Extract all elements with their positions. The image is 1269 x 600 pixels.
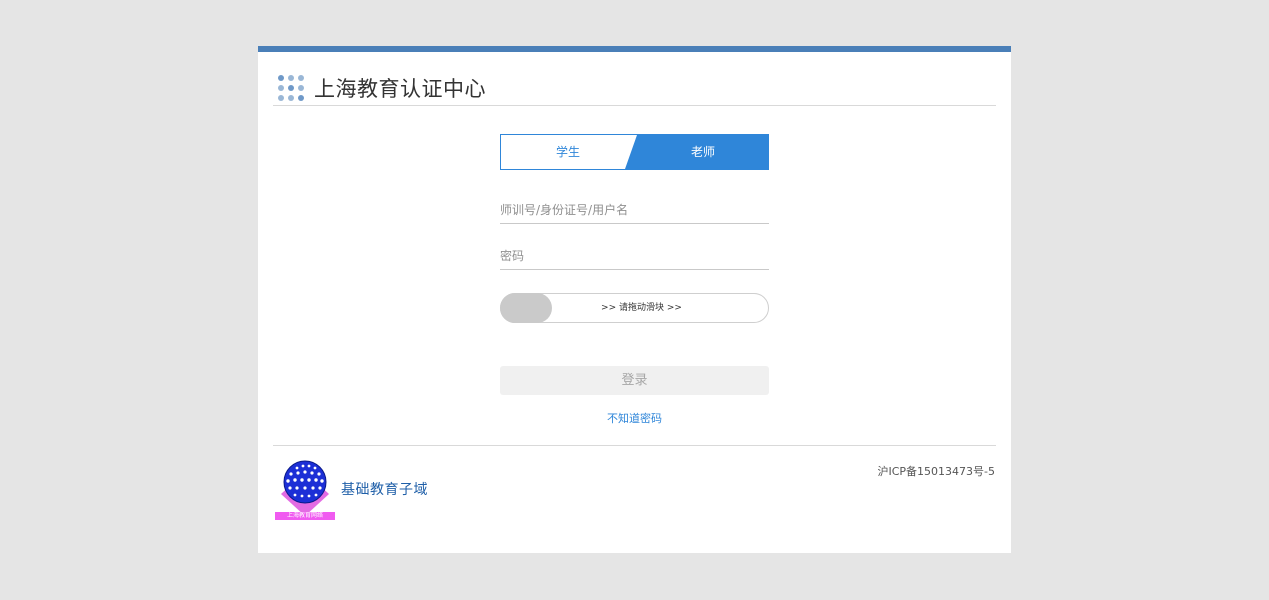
role-tabs: 学生 老师 [500, 134, 769, 170]
login-card: 上海教育认证中心 学生 老师 >> 请拖动滑块 >> 登录 不知道密码 上海教育… [258, 46, 1011, 553]
slider-captcha: >> 请拖动滑块 >> [500, 293, 769, 323]
brand-header: 上海教育认证中心 [278, 72, 486, 104]
icp-record: 沪ICP备15013473号-5 [877, 465, 995, 478]
password-input[interactable] [500, 243, 769, 270]
tab-student[interactable]: 学生 [501, 135, 635, 169]
footer-divider [273, 445, 996, 446]
globe-logo-icon [281, 460, 329, 516]
forgot-password-link[interactable]: 不知道密码 [500, 410, 769, 426]
dots-logo-icon [278, 74, 306, 102]
header-divider [273, 105, 996, 106]
slider-handle[interactable] [500, 293, 552, 323]
login-button[interactable]: 登录 [500, 366, 769, 395]
top-accent-bar [258, 46, 1011, 52]
logo-caption: 上海教育网络 [275, 512, 335, 520]
page-title: 上海教育认证中心 [314, 77, 486, 101]
username-input[interactable] [500, 197, 769, 224]
tab-teacher[interactable]: 老师 [625, 135, 768, 169]
tab-teacher-label: 老师 [690, 145, 715, 159]
footer-title: 基础教育子域 [341, 482, 428, 498]
